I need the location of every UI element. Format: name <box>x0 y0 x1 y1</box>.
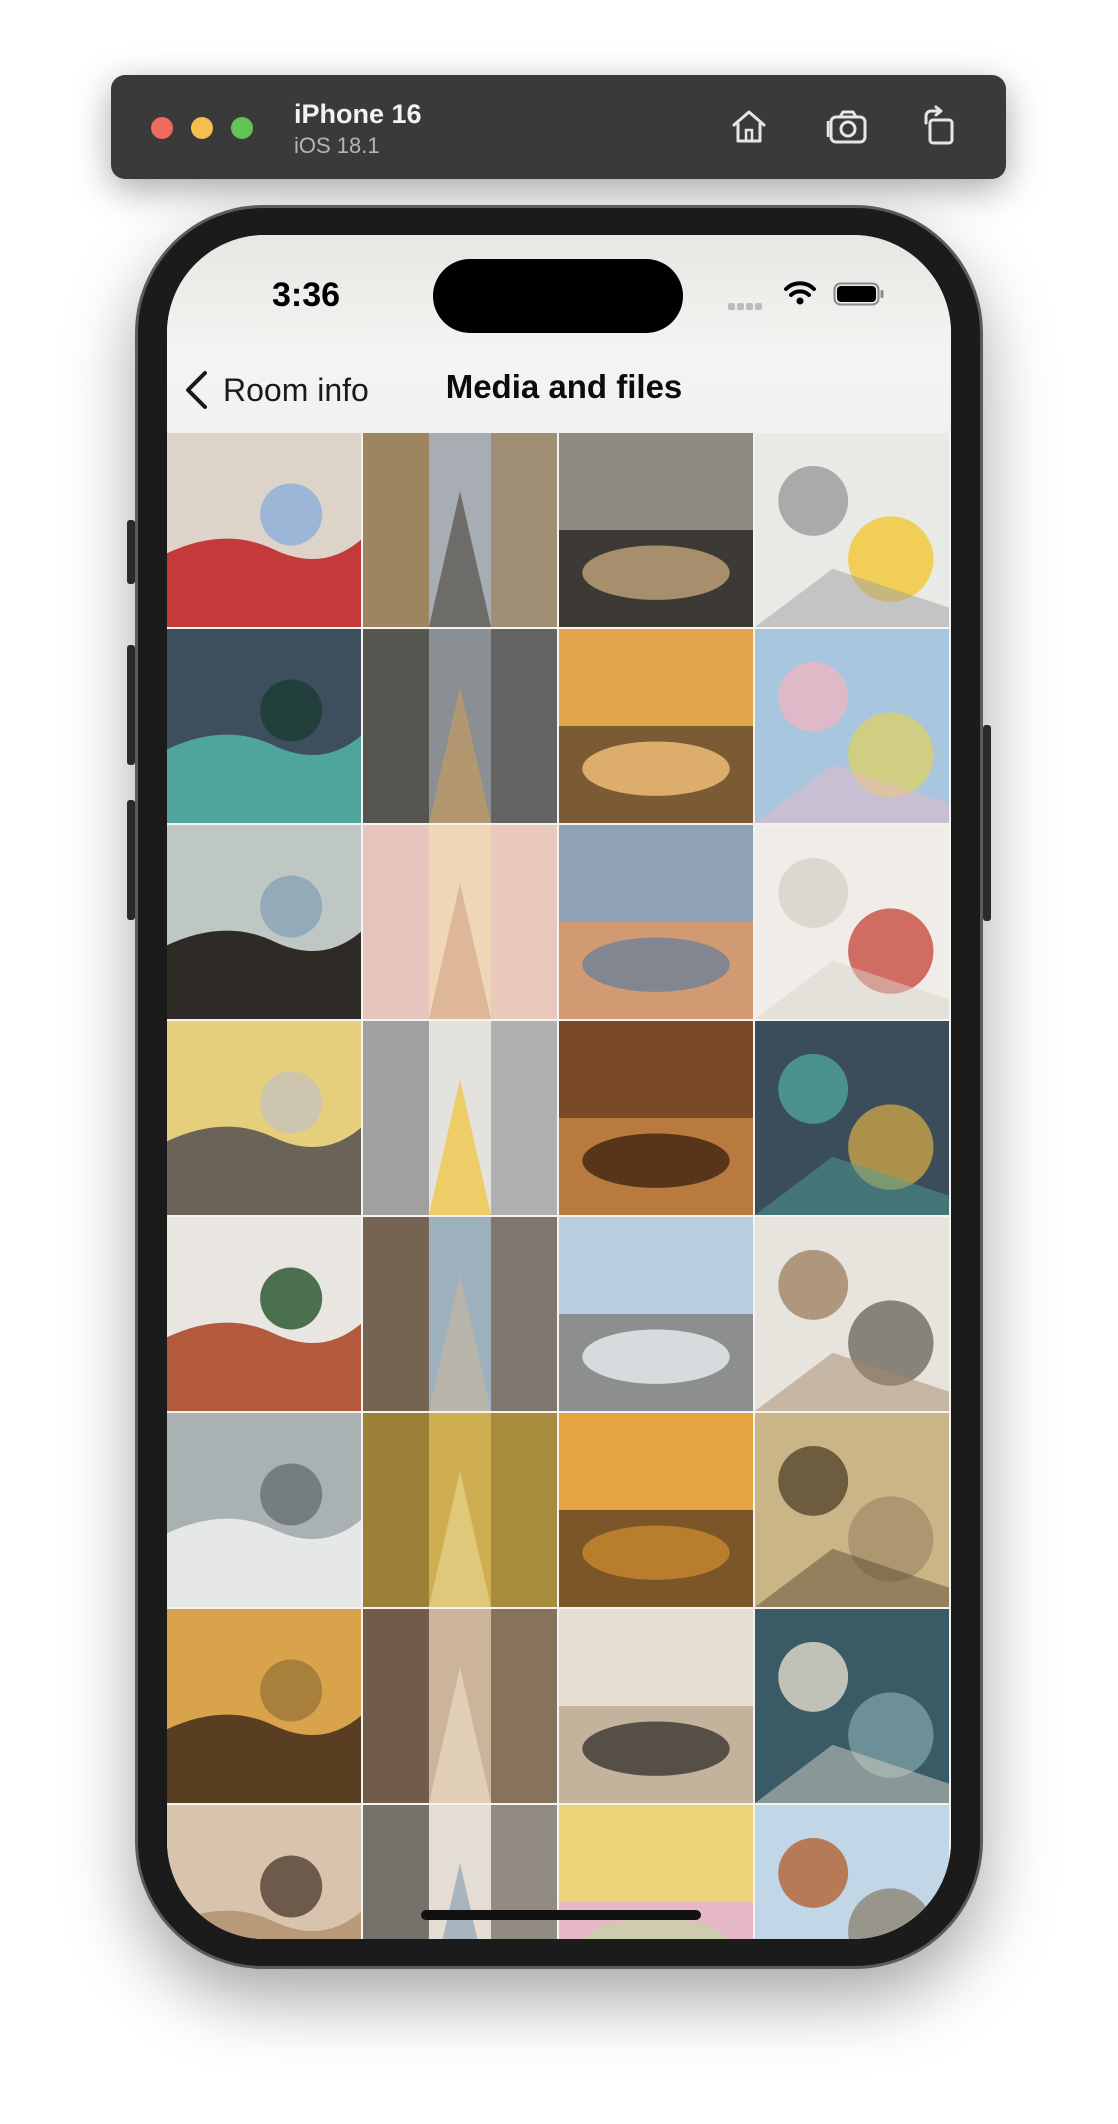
media-thumbnail[interactable] <box>559 629 755 825</box>
thumbnail-image <box>559 1021 753 1215</box>
rotate-button[interactable] <box>916 103 964 151</box>
thumbnail-image <box>363 1609 557 1803</box>
media-thumbnail[interactable] <box>363 1217 559 1413</box>
power-button[interactable] <box>983 725 991 921</box>
thumbnail-image <box>363 1413 557 1607</box>
media-thumbnail[interactable] <box>755 1021 951 1217</box>
cellular-signal-icon <box>728 297 764 315</box>
status-time: 3:36 <box>272 276 341 314</box>
thumbnail-image <box>363 825 557 1019</box>
media-thumbnail[interactable] <box>167 1805 363 1939</box>
home-icon <box>732 110 766 143</box>
thumbnail-image <box>755 1413 949 1607</box>
minimize-window-button[interactable] <box>191 117 213 139</box>
thumbnail-image <box>167 1217 361 1411</box>
media-thumbnail[interactable] <box>363 433 559 629</box>
media-thumbnail[interactable] <box>755 629 951 825</box>
thumbnail-image <box>755 1021 949 1215</box>
thumbnail-image <box>559 629 753 823</box>
home-indicator[interactable] <box>421 1910 701 1920</box>
media-thumbnail[interactable] <box>755 1413 951 1609</box>
thumbnail-image <box>755 629 949 823</box>
media-thumbnail[interactable] <box>755 1805 951 1939</box>
media-thumbnail[interactable] <box>167 1021 363 1217</box>
media-thumbnail[interactable] <box>755 825 951 1021</box>
thumbnail-image <box>755 433 949 627</box>
media-thumbnail[interactable] <box>363 1021 559 1217</box>
media-thumbnail[interactable] <box>559 1021 755 1217</box>
media-thumbnail[interactable] <box>167 1609 363 1805</box>
media-thumbnail[interactable] <box>559 1413 755 1609</box>
media-thumbnail[interactable] <box>363 825 559 1021</box>
media-thumbnail[interactable] <box>363 629 559 825</box>
dynamic-island <box>433 259 683 333</box>
zoom-window-button[interactable] <box>231 117 253 139</box>
phone-screen: 3:36 Room info Media and files <box>167 235 951 1939</box>
media-grid <box>167 433 951 1939</box>
thumbnail-image <box>363 1217 557 1411</box>
media-thumbnail[interactable] <box>559 825 755 1021</box>
close-window-button[interactable] <box>151 117 173 139</box>
os-version: iOS 18.1 <box>294 133 380 158</box>
device-name: iPhone 16 <box>294 99 422 129</box>
thumbnail-image <box>755 1217 949 1411</box>
volume-up-button[interactable] <box>127 645 135 765</box>
wifi-icon <box>784 281 816 305</box>
screenshot-button[interactable] <box>823 103 871 151</box>
thumbnail-image <box>755 1805 949 1939</box>
thumbnail-image <box>559 1609 753 1803</box>
media-thumbnail[interactable] <box>363 1609 559 1805</box>
media-thumbnail[interactable] <box>559 433 755 629</box>
thumbnail-image <box>559 1413 753 1607</box>
thumbnail-image <box>559 1217 753 1411</box>
media-thumbnail[interactable] <box>755 1217 951 1413</box>
media-thumbnail[interactable] <box>755 1609 951 1805</box>
media-thumbnail[interactable] <box>755 433 951 629</box>
thumbnail-image <box>559 825 753 1019</box>
thumbnail-image <box>363 629 557 823</box>
thumbnail-image <box>167 1413 361 1607</box>
media-thumbnail[interactable] <box>167 825 363 1021</box>
thumbnail-image <box>755 825 949 1019</box>
simulator-toolbar: iPhone 16 iOS 18.1 <box>111 75 1006 179</box>
thumbnail-image <box>167 629 361 823</box>
thumbnail-image <box>167 1805 361 1939</box>
media-thumbnail[interactable] <box>167 629 363 825</box>
thumbnail-image <box>363 433 557 627</box>
screenshot-icon <box>826 110 867 144</box>
thumbnail-image <box>167 433 361 627</box>
home-button[interactable] <box>725 103 773 151</box>
thumbnail-image <box>363 1021 557 1215</box>
media-thumbnail[interactable] <box>363 1413 559 1609</box>
thumbnail-image <box>167 1021 361 1215</box>
media-thumbnail[interactable] <box>167 1217 363 1413</box>
media-thumbnail[interactable] <box>167 433 363 629</box>
thumbnail-image <box>559 433 753 627</box>
battery-icon <box>833 282 884 306</box>
page-title: Media and files <box>445 368 683 405</box>
thumbnail-image <box>755 1609 949 1803</box>
rotate-icon <box>924 105 954 145</box>
media-thumbnail[interactable] <box>559 1609 755 1805</box>
thumbnail-image <box>167 1609 361 1803</box>
volume-down-button[interactable] <box>127 800 135 920</box>
action-button[interactable] <box>127 520 135 584</box>
thumbnail-image <box>167 825 361 1019</box>
media-thumbnail[interactable] <box>167 1413 363 1609</box>
media-thumbnail[interactable] <box>559 1217 755 1413</box>
